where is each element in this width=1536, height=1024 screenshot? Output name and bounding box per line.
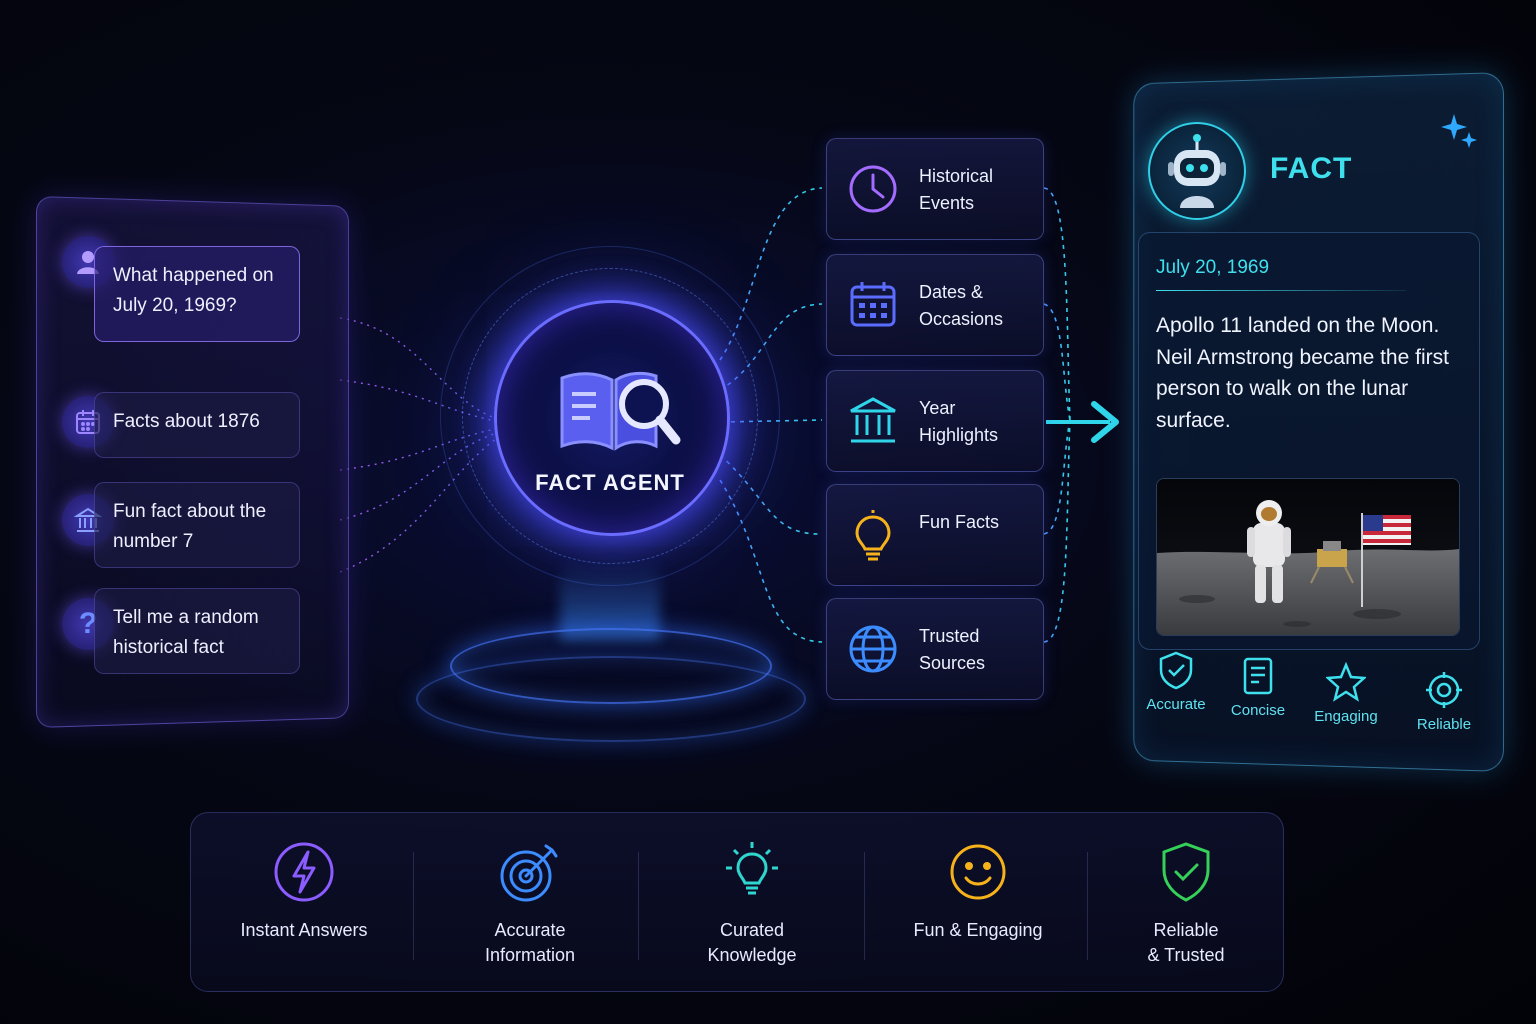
smiley-icon [950,844,1006,900]
feature-fun-engaging: Fun & Engaging [878,840,1078,943]
sparkle-icon [1440,112,1478,155]
divider [638,852,639,960]
fact-divider [1156,290,1406,291]
moon-landing-image [1156,478,1460,636]
fact-title: FACT [1270,152,1353,185]
category-historical-events[interactable]: Historical Events [826,138,1044,240]
query-bubble[interactable]: Tell me a random historical fact [94,588,300,674]
category-dates-occasions[interactable]: Dates & Occasions [826,254,1044,356]
globe-icon [847,623,899,675]
category-fun-facts[interactable]: Fun Facts [826,484,1044,586]
agent-label: FACT AGENT [535,470,685,495]
trait-accurate: Accurate [1136,650,1216,713]
target-icon [1426,672,1462,708]
fact-date: July 20, 1969 [1156,257,1270,278]
feature-accurate-information: Accurate Information [430,840,630,968]
fact-text: Apollo 11 landed on the Moon. Neil Armst… [1156,314,1449,432]
output-arrow [1046,401,1119,443]
document-icon [1243,657,1273,695]
divider [413,852,414,960]
trait-reliable: Reliable [1404,670,1484,733]
agent-platform-outer [416,656,806,742]
category-year-highlights[interactable]: Year Highlights [826,370,1044,472]
robot-avatar [1148,122,1246,220]
calendar-icon [847,279,899,331]
clock-icon [847,163,899,215]
wire-out-4 [1043,419,1071,535]
category-label: Dates & Occasions [919,282,1004,329]
shield-check-icon [1159,651,1193,690]
trait-engaging: Engaging [1306,662,1386,725]
category-label: Year Highlights [919,398,999,445]
query-bubble[interactable]: Fun fact about the number 7 [94,482,300,568]
feature-curated-knowledge: Curated Knowledge [652,840,852,968]
wire-out-2 [1043,303,1071,421]
query-bubble[interactable]: Facts about 1876 [94,392,300,458]
lightbulb-icon [847,509,899,561]
museum-icon [847,395,899,447]
category-label: Fun Facts [919,512,1000,532]
wire-out-5 [1043,419,1071,643]
lightning-icon [274,842,334,902]
category-trusted-sources[interactable]: Trusted Sources [826,598,1044,700]
feature-instant-answers: Instant Answers [204,840,404,943]
category-label: Historical Events [919,166,994,213]
trait-concise: Concise [1218,656,1298,719]
lightbulb-icon [726,842,778,895]
feature-reliable-trusted: Reliable & Trusted [1086,840,1286,968]
book-search-icon [556,364,682,459]
category-label: Trusted Sources [919,626,986,673]
query-bubble[interactable]: What happened on July 20, 1969? [94,246,300,342]
star-icon [1326,662,1366,702]
wire-out-1 [1043,187,1071,421]
divider [864,852,865,960]
target-icon [500,844,558,902]
shield-check-icon [1162,842,1210,902]
